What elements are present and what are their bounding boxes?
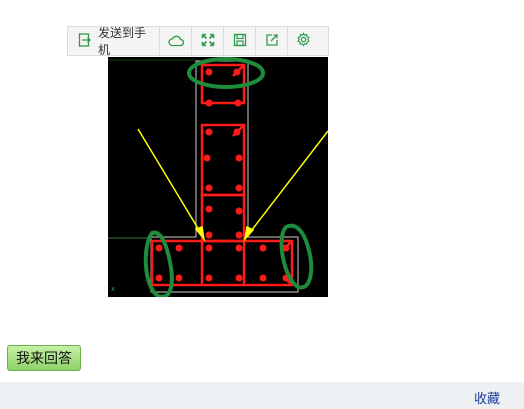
share-button[interactable] xyxy=(256,27,288,55)
cad-drawing-image: x xyxy=(108,57,329,299)
footer-bar: 收藏 xyxy=(0,382,524,409)
settings-button[interactable] xyxy=(288,27,319,55)
save-button[interactable] xyxy=(224,27,256,55)
cloud-button[interactable] xyxy=(160,27,192,55)
send-to-phone-icon xyxy=(78,32,98,50)
send-to-phone-label: 发送到手机 xyxy=(98,26,147,57)
cloud-icon xyxy=(167,32,184,51)
fullscreen-button[interactable] xyxy=(192,27,224,55)
image-toolbar: 发送到手机 xyxy=(67,26,329,57)
t-section-rebar-drawing: x xyxy=(108,57,329,299)
favorite-link[interactable]: 收藏 xyxy=(474,388,500,407)
settings-icon xyxy=(296,31,311,51)
svg-text:x: x xyxy=(111,285,115,293)
fullscreen-icon xyxy=(201,32,215,51)
answer-button[interactable]: 我来回答 xyxy=(7,345,81,371)
save-icon xyxy=(233,32,247,51)
send-to-phone-button[interactable]: 发送到手机 xyxy=(68,26,160,57)
share-icon xyxy=(265,32,279,51)
